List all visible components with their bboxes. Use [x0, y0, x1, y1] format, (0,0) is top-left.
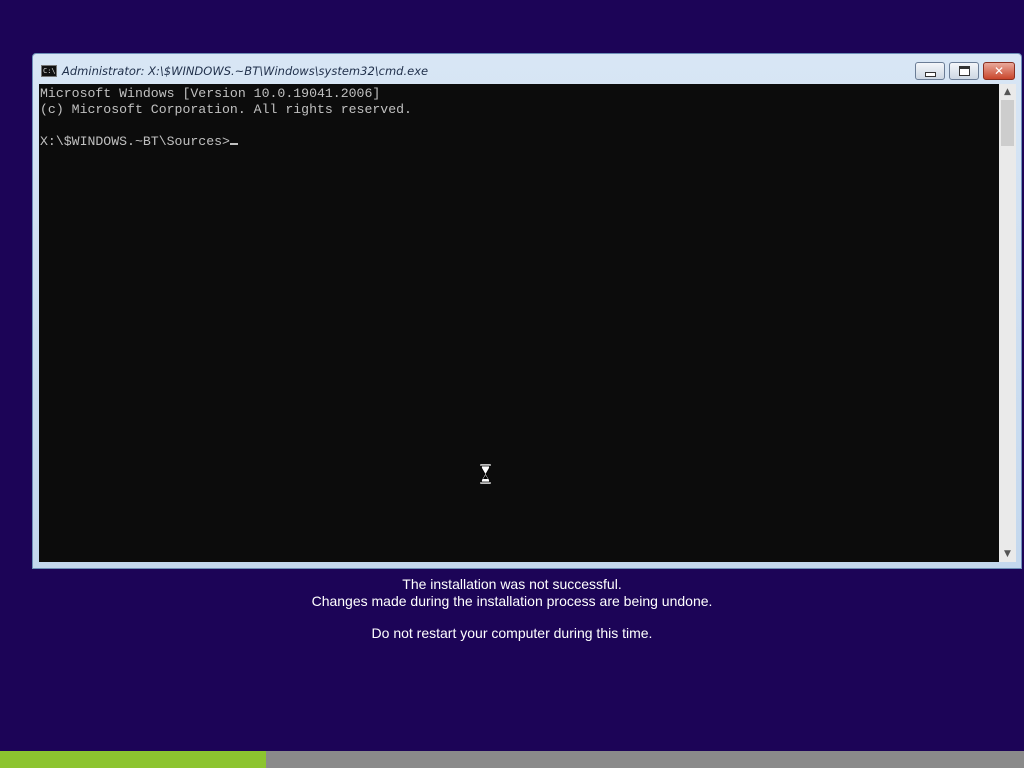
- progress-bar: [0, 751, 1024, 768]
- setup-screen: C:\ Administrator: X:\$WINDOWS.~BT\Windo…: [0, 0, 1024, 768]
- maximize-button[interactable]: [949, 62, 979, 80]
- console-output[interactable]: Microsoft Windows [Version 10.0.19041.20…: [39, 84, 999, 562]
- scroll-thumb[interactable]: [1001, 100, 1014, 146]
- minimize-button[interactable]: [915, 62, 945, 80]
- maximize-icon: [958, 66, 970, 76]
- vertical-scrollbar[interactable]: ▲ ▼: [999, 84, 1016, 562]
- progress-fill: [0, 751, 267, 768]
- cmd-icon[interactable]: C:\: [41, 65, 57, 77]
- window-title: Administrator: X:\$WINDOWS.~BT\Windows\s…: [62, 64, 429, 78]
- text-cursor: [229, 143, 238, 145]
- status-error-text: The installation was not successful.: [402, 576, 622, 592]
- console-line: Microsoft Windows [Version 10.0.19041.20…: [40, 86, 381, 101]
- title-bar[interactable]: C:\ Administrator: X:\$WINDOWS.~BT\Windo…: [33, 54, 1021, 84]
- cmd-window: C:\ Administrator: X:\$WINDOWS.~BT\Windo…: [32, 53, 1022, 569]
- scroll-down-icon[interactable]: ▼: [999, 546, 1016, 562]
- close-button[interactable]: ✕: [983, 62, 1015, 80]
- command-prompt: X:\$WINDOWS.~BT\Sources>: [40, 134, 230, 149]
- status-warning-text: Do not restart your computer during this…: [371, 625, 653, 641]
- hourglass-cursor-icon: [480, 464, 491, 484]
- scroll-up-icon[interactable]: ▲: [999, 84, 1016, 100]
- prompt-line: X:\$WINDOWS.~BT\Sources>: [40, 134, 238, 150]
- console-line: (c) Microsoft Corporation. All rights re…: [40, 102, 412, 117]
- status-undo-text: Changes made during the installation pro…: [311, 593, 713, 609]
- close-icon: ✕: [993, 64, 1005, 78]
- minimize-icon: [924, 71, 936, 77]
